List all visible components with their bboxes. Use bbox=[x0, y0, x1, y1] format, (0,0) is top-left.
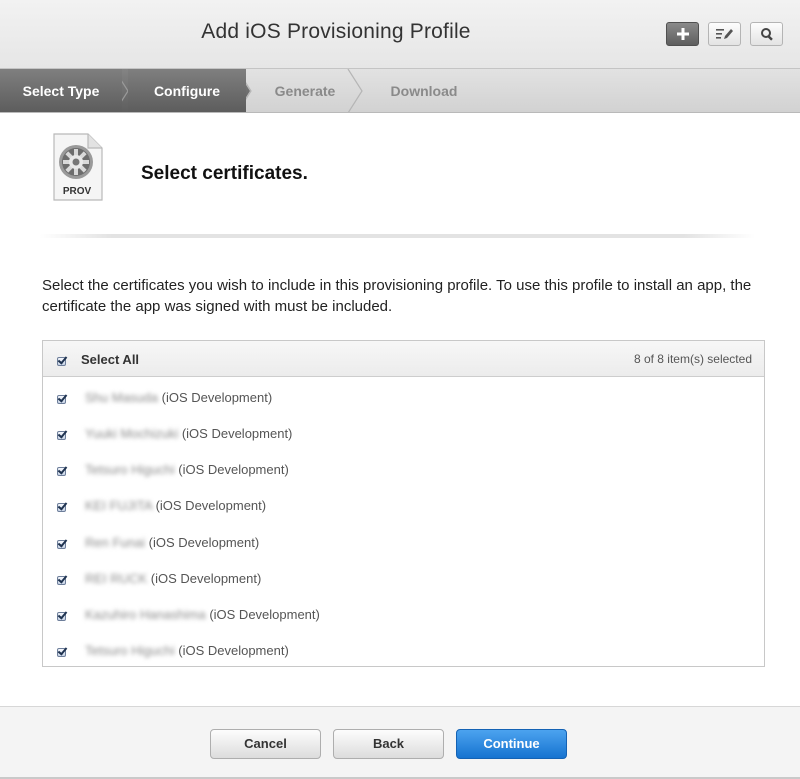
certificate-checkbox[interactable] bbox=[57, 431, 66, 440]
certificate-row[interactable]: REI RUCK (iOS Development) bbox=[43, 559, 764, 595]
prov-label: PROV bbox=[63, 186, 92, 197]
divider bbox=[40, 234, 755, 238]
certificate-row[interactable]: Tetsuro Higuchi (iOS Development) bbox=[43, 631, 764, 667]
certificate-type: (iOS Development) bbox=[178, 462, 289, 477]
certificate-owner-name: Shu Masuda bbox=[85, 390, 158, 405]
certificate-type: (iOS Development) bbox=[150, 571, 262, 586]
certificate-row[interactable]: Kazuhiro Hanashima (iOS Development) bbox=[43, 595, 764, 631]
step-select-type: Select Type bbox=[0, 69, 122, 112]
section-title: Select certificates. bbox=[141, 163, 308, 184]
certificate-type: (iOS Development) bbox=[209, 607, 320, 622]
footer-bar: Cancel Back Continue bbox=[0, 706, 800, 779]
certificate-type: (iOS Development) bbox=[181, 426, 293, 441]
certificates-list: Select All 8 of 8 item(s) selected Shu M… bbox=[42, 340, 765, 667]
window-header: Add iOS Provisioning Profile bbox=[0, 0, 800, 69]
certificate-checkbox[interactable] bbox=[57, 540, 66, 549]
certificates-list-header: Select All 8 of 8 item(s) selected bbox=[43, 341, 764, 377]
certificate-owner-name: Tetsuro Higuchi bbox=[85, 643, 175, 658]
certificate-row[interactable]: KEI FUJITA (iOS Development) bbox=[43, 486, 764, 522]
search-button[interactable] bbox=[750, 22, 783, 46]
add-button[interactable] bbox=[666, 22, 699, 46]
certificate-type: (iOS Development) bbox=[178, 643, 289, 658]
step-download: Download bbox=[390, 83, 458, 99]
step-generate: Generate bbox=[274, 83, 336, 99]
certificate-owner-name: REI RUCK bbox=[85, 571, 148, 586]
edit-button[interactable] bbox=[708, 22, 741, 46]
search-icon bbox=[760, 27, 774, 41]
page-title: Add iOS Provisioning Profile bbox=[201, 20, 471, 43]
certificate-row[interactable]: Shu Masuda (iOS Development) bbox=[43, 378, 764, 414]
certificate-row[interactable]: Tetsuro Higuchi (iOS Development) bbox=[43, 450, 764, 486]
continue-button[interactable]: Continue bbox=[456, 729, 567, 759]
certificate-type: (iOS Development) bbox=[161, 390, 273, 405]
certificate-checkbox[interactable] bbox=[57, 612, 66, 621]
certificate-checkbox[interactable] bbox=[57, 576, 66, 585]
description-text: Select the certificates you wish to incl… bbox=[42, 277, 752, 315]
certificate-checkbox[interactable] bbox=[57, 467, 66, 476]
certificate-row[interactable]: Yuuki Mochizuki (iOS Development) bbox=[43, 414, 764, 450]
certificate-checkbox[interactable] bbox=[57, 648, 66, 657]
provisioning-profile-icon: PROV bbox=[50, 132, 104, 202]
certificate-owner-name: Tetsuro Higuchi bbox=[85, 462, 175, 477]
select-all-checkbox[interactable] bbox=[57, 357, 66, 366]
select-all-label[interactable]: Select All bbox=[81, 352, 139, 367]
back-button[interactable]: Back bbox=[333, 729, 444, 759]
certificate-owner-name: Ren Funai bbox=[85, 535, 145, 550]
certificate-row[interactable]: Ren Funai (iOS Development) bbox=[43, 523, 764, 559]
selected-count: 8 of 8 item(s) selected bbox=[633, 352, 752, 366]
certificate-owner-name: KEI FUJITA bbox=[85, 498, 152, 513]
certificate-checkbox[interactable] bbox=[57, 395, 66, 404]
cancel-button[interactable]: Cancel bbox=[210, 729, 321, 759]
certificate-owner-name: Yuuki Mochizuki bbox=[85, 426, 179, 441]
step-configure: Configure bbox=[128, 69, 246, 112]
plus-icon bbox=[676, 27, 690, 41]
certificate-type: (iOS Development) bbox=[148, 535, 260, 550]
certificate-owner-name: Kazuhiro Hanashima bbox=[85, 607, 206, 622]
steps-bar: Select Type Configure Generate Download bbox=[0, 69, 800, 113]
certificate-type: (iOS Development) bbox=[155, 498, 267, 513]
edit-icon bbox=[715, 27, 735, 41]
certificate-checkbox[interactable] bbox=[57, 503, 66, 512]
